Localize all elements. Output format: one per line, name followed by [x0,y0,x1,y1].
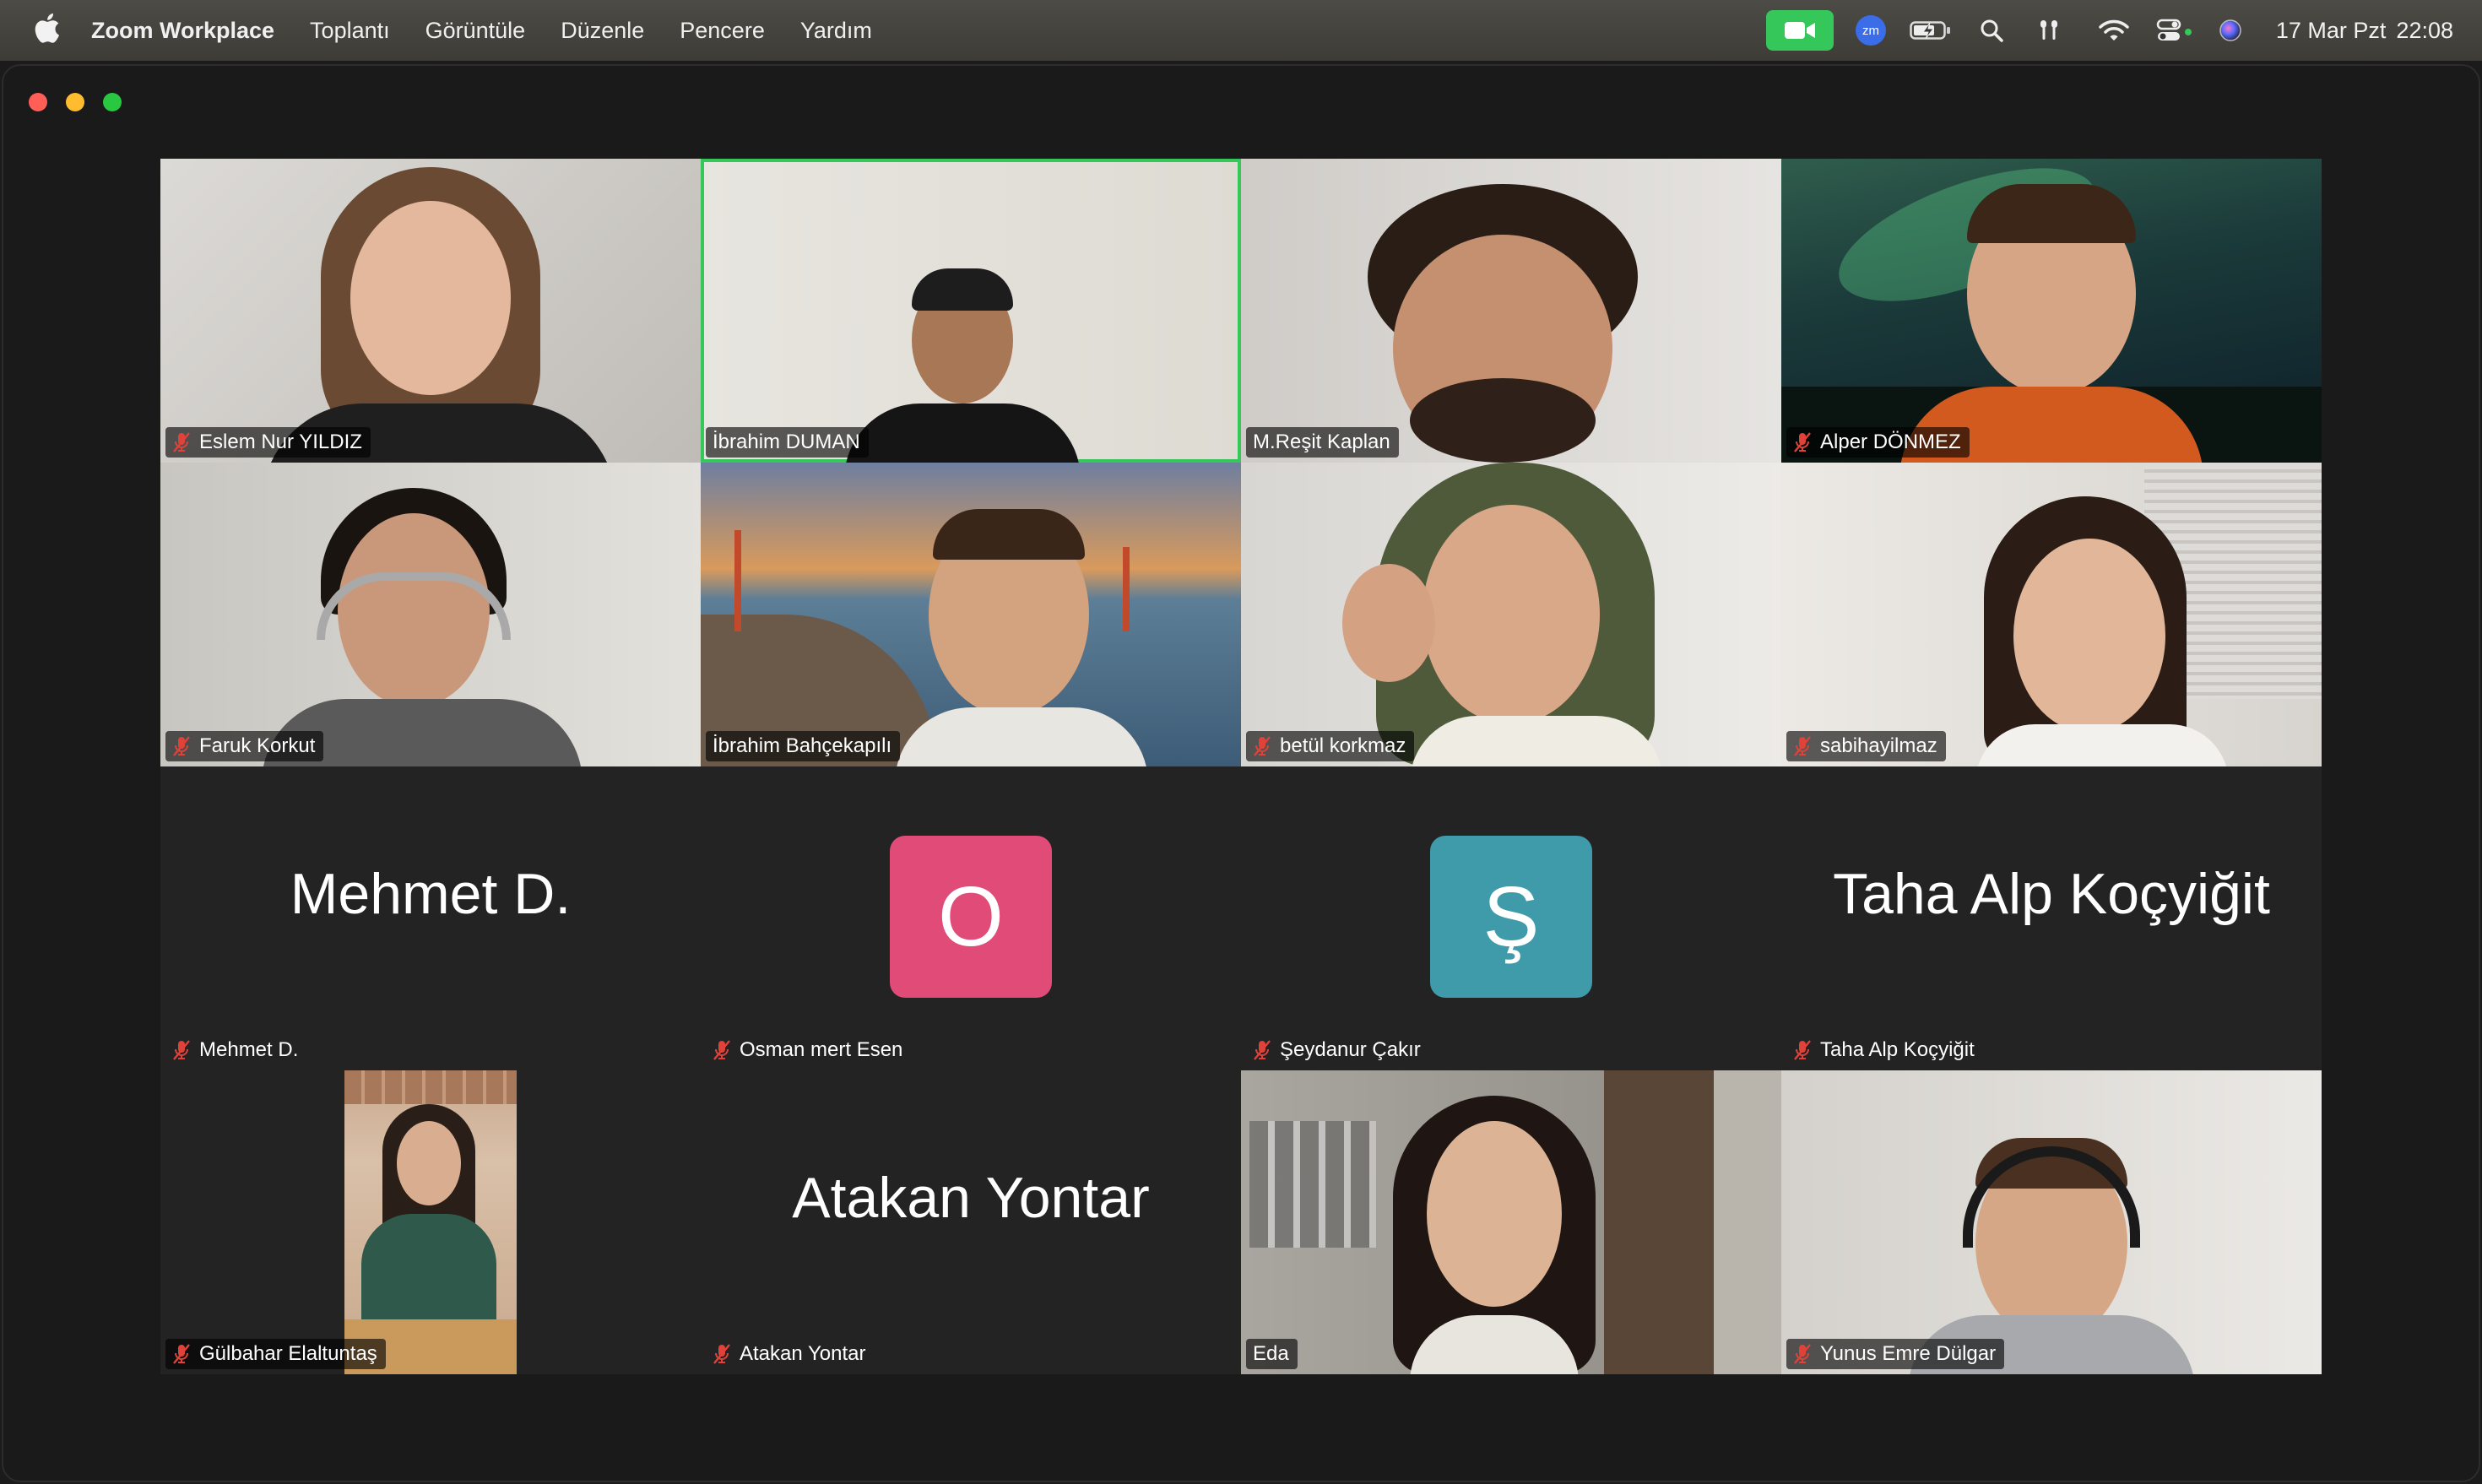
participant-name-chip: Şeydanur Çakır [1246,1035,1429,1065]
menu-app-name[interactable]: Zoom Workplace [91,18,274,44]
participant-tile-betul-korkmaz[interactable]: betül korkmaz [1241,463,1781,766]
participant-name: Eslem Nur YILDIZ [199,431,362,453]
participant-name: Faruk Korkut [199,734,316,757]
participant-tile-gulbahar-elaltuntas[interactable]: Gülbahar Elaltuntaş [160,1070,701,1374]
participant-video [344,1070,517,1374]
participant-avatar: O [890,836,1052,998]
participant-display-name: Mehmet D. [290,862,572,926]
participant-name-chip: İbrahim DUMAN [706,427,869,458]
participant-name: İbrahim Bahçekapılı [713,734,892,757]
participant-name: Mehmet D. [199,1038,299,1061]
participant-name: Yunus Emre Dülgar [1820,1342,1997,1365]
participant-tile-seydanur-cakir[interactable]: Ş Şeydanur Çakır [1241,766,1781,1070]
participant-name-chip: Osman mert Esen [706,1035,911,1065]
participant-display-name: Taha Alp Koçyiğit [1833,862,2270,926]
participant-tile-alper-donmez[interactable]: Alper DÖNMEZ [1781,159,2322,463]
zoom-icon[interactable]: zm [1854,12,1888,49]
participant-name: Şeydanur Çakır [1280,1038,1421,1061]
menu-item-goruntule[interactable]: Görüntüle [425,18,526,44]
participant-display-name: Atakan Yontar [792,1166,1150,1230]
video-camera-icon[interactable] [1766,10,1834,51]
muted-mic-icon [172,1039,191,1061]
participant-name-chip: Yunus Emre Dülgar [1786,1339,2005,1369]
participant-tile-yunus-emre-dulgar[interactable]: Yunus Emre Dülgar [1781,1070,2322,1374]
participant-tile-eda[interactable]: Eda [1241,1070,1781,1374]
participant-name-chip: Eslem Nur YILDIZ [165,427,371,458]
participant-tile-osman-mert-esen[interactable]: O Osman mert Esen [701,766,1241,1070]
menu-item-yardim[interactable]: Yardım [800,18,872,44]
participant-tile-atakan-yontar[interactable]: Atakan Yontar Atakan Yontar [701,1070,1241,1374]
participant-tile-ibrahim-bahcekapili[interactable]: İbrahim Bahçekapılı [701,463,1241,766]
siri-icon[interactable] [2214,12,2247,49]
participant-name: İbrahim DUMAN [713,431,860,453]
muted-mic-icon [1253,1039,1271,1061]
menu-item-duzenle[interactable]: Düzenle [561,18,644,44]
participant-name: Taha Alp Koçyiğit [1820,1038,1975,1061]
muted-mic-icon [172,1343,191,1365]
participant-name-chip: Taha Alp Koçyiğit [1786,1035,1983,1065]
participant-name: Atakan Yontar [740,1342,866,1365]
menubar-date: 17 Mar Pzt [2275,17,2387,43]
participant-name: Gülbahar Elaltuntaş [199,1342,377,1365]
participant-tile-eslem-nur-yildiz[interactable]: Eslem Nur YILDIZ [160,159,701,463]
menu-bar: Zoom Workplace Toplantı Görüntüle Düzenl… [0,0,2482,61]
participant-tile-faruk-korkut[interactable]: Faruk Korkut [160,463,701,766]
participant-name: Osman mert Esen [740,1038,903,1061]
menubar-clock[interactable]: 17 Mar Pzt 22:08 [2266,0,2453,61]
window-maximize-button[interactable] [103,93,122,111]
participant-name: sabihayilmaz [1820,734,1937,757]
muted-mic-icon [1793,1343,1812,1365]
muted-mic-icon [172,431,191,453]
participant-tile-ibrahim-duman[interactable]: İbrahim DUMAN [701,159,1241,463]
participant-name: Eda [1253,1342,1289,1365]
apple-icon[interactable] [32,10,61,46]
participant-name-chip: betül korkmaz [1246,731,1415,761]
participant-name-chip: Faruk Korkut [165,731,324,761]
participant-tile-taha-alp-kocyigit[interactable]: Taha Alp Koçyiğit Taha Alp Koçyiğit [1781,766,2322,1070]
search-icon[interactable] [1977,12,2006,49]
participant-avatar: Ş [1430,836,1592,998]
menubar-time: 22:08 [2396,17,2453,43]
battery-charging-icon[interactable] [1910,12,1952,49]
muted-mic-icon [713,1343,731,1365]
participant-name-chip: Mehmet D. [165,1035,306,1065]
participant-name: Alper DÖNMEZ [1820,431,1961,453]
control-center-icon[interactable] [2156,12,2198,49]
participant-name-chip: Atakan Yontar [706,1339,874,1369]
muted-mic-icon [713,1039,731,1061]
muted-mic-icon [1793,431,1812,453]
participant-name: M.Reşit Kaplan [1253,431,1390,453]
muted-mic-icon [1793,1039,1812,1061]
participant-name-chip: Gülbahar Elaltuntaş [165,1339,386,1369]
airpods-icon[interactable] [2035,12,2063,49]
muted-mic-icon [1793,735,1812,757]
video-grid: Eslem Nur YILDIZ İbrahim DUMAN M.Reşit K… [160,159,2322,1374]
participant-name-chip: sabihayilmaz [1786,731,1946,761]
participant-tile-m-resit-kaplan[interactable]: M.Reşit Kaplan [1241,159,1781,463]
participant-name-chip: Alper DÖNMEZ [1786,427,1970,458]
zoom-badge: zm [1856,15,1886,46]
menu-item-toplanti[interactable]: Toplantı [310,18,390,44]
participant-name-chip: Eda [1246,1339,1298,1369]
participant-name-chip: İbrahim Bahçekapılı [706,731,901,761]
muted-mic-icon [172,735,191,757]
window-close-button[interactable] [29,93,47,111]
wifi-icon[interactable] [2097,12,2131,49]
participant-tile-sabihayilmaz[interactable]: sabihayilmaz [1781,463,2322,766]
window-minimize-button[interactable] [66,93,84,111]
menu-item-pencere[interactable]: Pencere [680,18,765,44]
participant-name: betül korkmaz [1280,734,1406,757]
participant-name-chip: M.Reşit Kaplan [1246,427,1399,458]
participant-tile-mehmet-d[interactable]: Mehmet D. Mehmet D. [160,766,701,1070]
muted-mic-icon [1253,735,1271,757]
